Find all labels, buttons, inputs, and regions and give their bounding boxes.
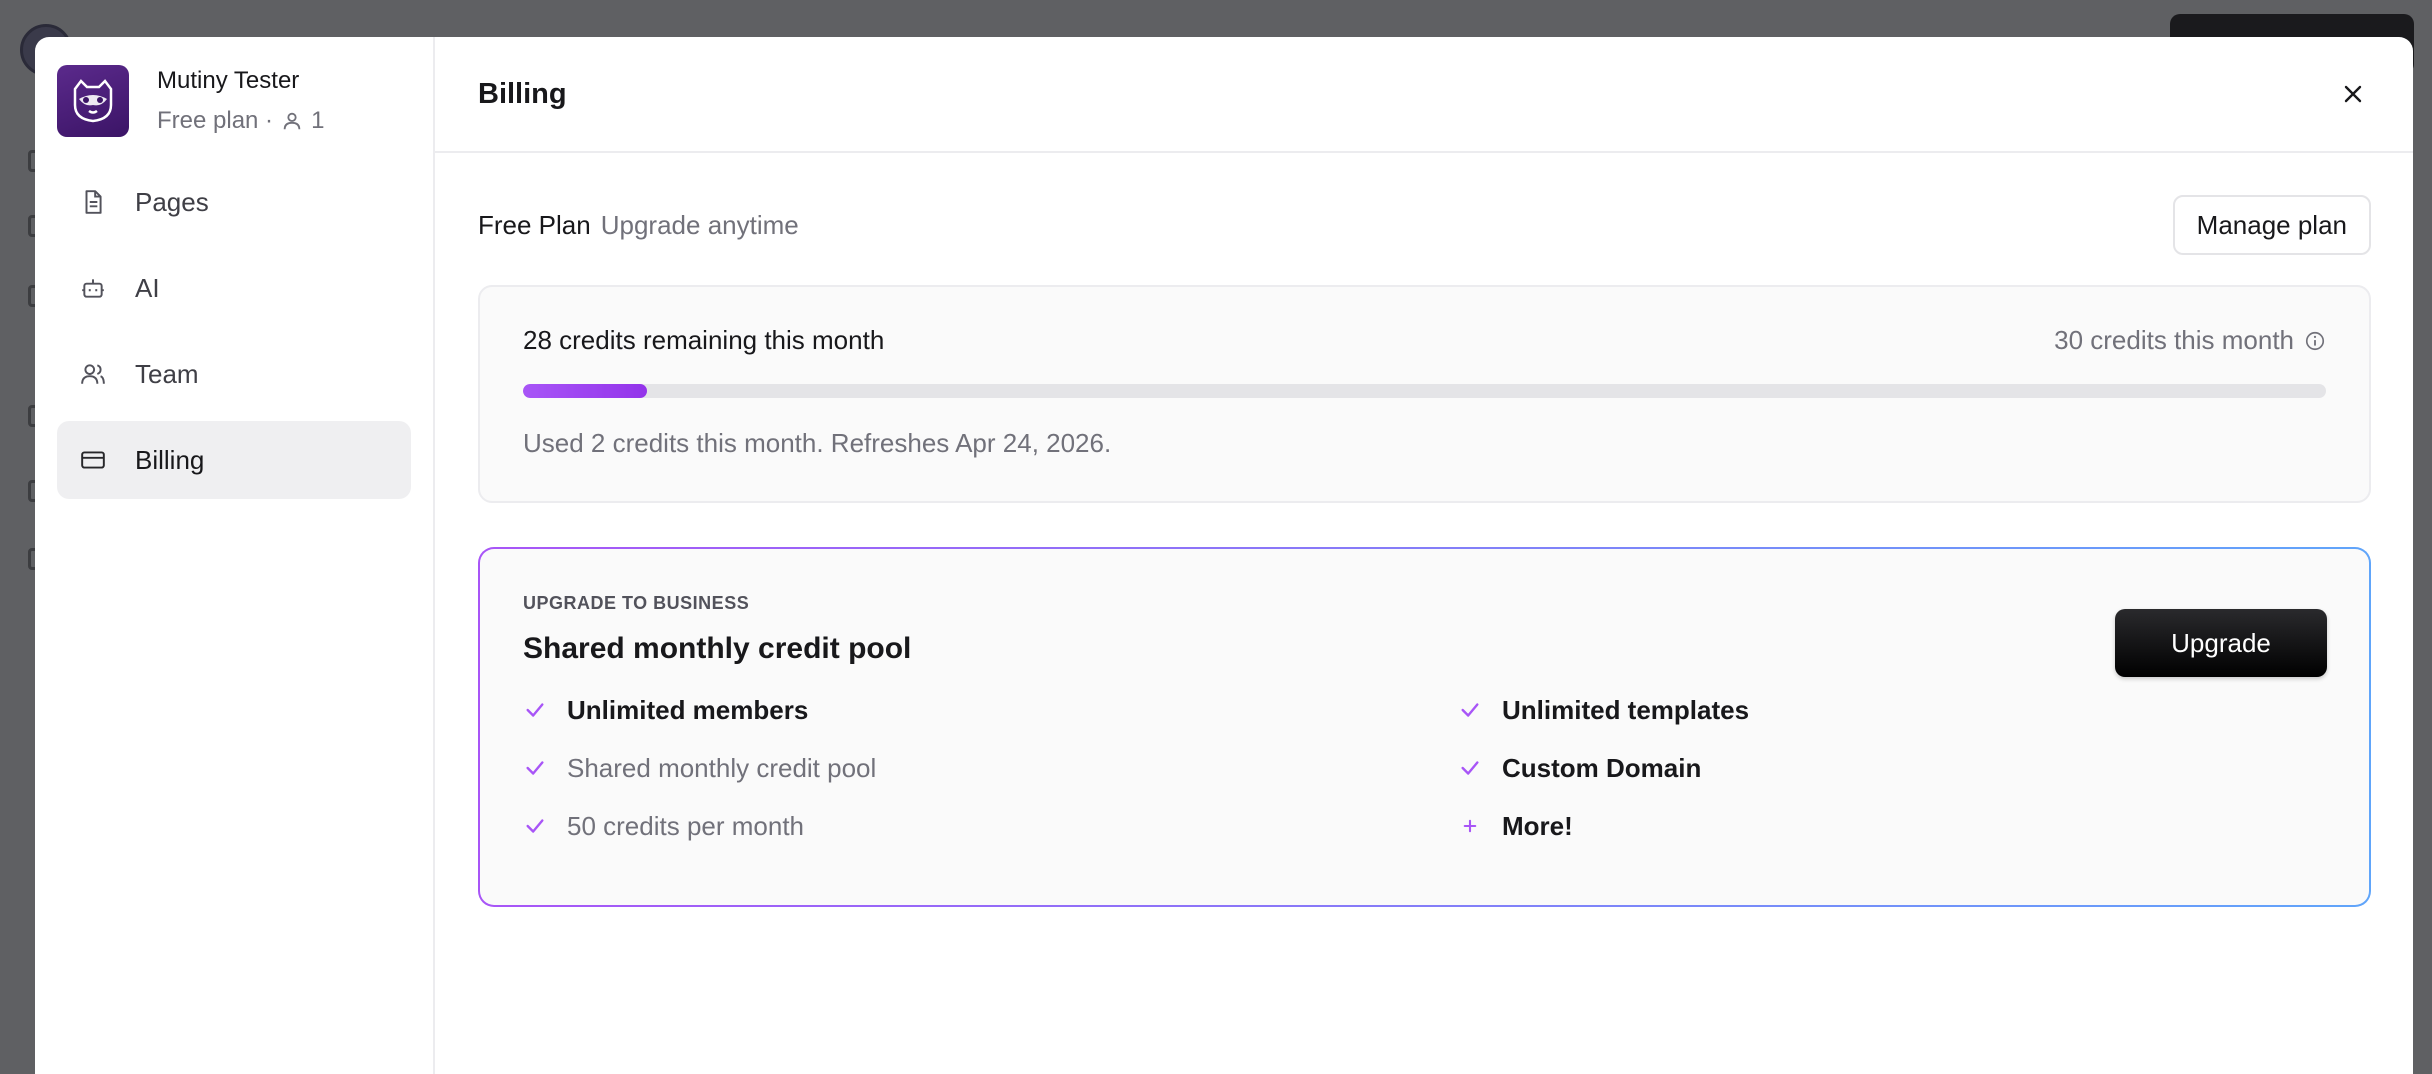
check-icon <box>523 756 547 780</box>
bot-icon <box>79 274 107 302</box>
page-title: Billing <box>478 77 567 110</box>
file-icon <box>79 188 107 216</box>
credits-total-label: 30 credits this month <box>2054 325 2294 355</box>
sidebar-item-billing[interactable]: Billing <box>57 421 411 499</box>
feature-item: Custom Domain <box>1458 750 2326 786</box>
plus-icon <box>1458 814 1482 838</box>
sidebar-item-label: AI <box>135 272 160 303</box>
user-icon <box>283 112 301 130</box>
current-plan: Free Plan Upgrade anytime <box>478 210 799 241</box>
credits-progress-bar <box>523 384 2326 398</box>
credits-total: 30 credits this month <box>2054 325 2326 356</box>
check-icon <box>1458 756 1482 780</box>
plan-name: Free Plan <box>478 209 591 240</box>
sidebar-item-team[interactable]: Team <box>57 335 411 413</box>
upgrade-title: Shared monthly credit pool <box>523 632 912 665</box>
feature-label: Unlimited templates <box>1502 694 1750 725</box>
raccoon-logo-icon <box>73 79 113 123</box>
feature-label: Unlimited members <box>567 694 809 725</box>
panel-header: Billing <box>435 37 2413 153</box>
sidebar-item-label: Billing <box>135 444 205 475</box>
credits-note: Used 2 credits this month. Refreshes Apr… <box>523 428 1112 458</box>
current-plan-row: Free Plan Upgrade anytime Manage plan <box>478 195 2371 255</box>
check-icon <box>523 698 547 722</box>
upgrade-eyebrow: UPGRADE TO BUSINESS <box>523 593 750 613</box>
manage-plan-button[interactable]: Manage plan <box>2172 195 2371 255</box>
credits-progress-fill <box>523 384 648 398</box>
feature-label: Shared monthly credit pool <box>567 752 877 783</box>
org-member-count: 1 <box>311 107 325 134</box>
sidebar-item-pages[interactable]: Pages <box>57 163 411 241</box>
settings-sidebar: Mutiny Tester Free plan · 1 Pages AI Tea… <box>35 37 435 1074</box>
credits-remaining: 28 credits remaining this month <box>523 325 885 355</box>
sidebar-item-label: Team <box>135 358 199 389</box>
users-icon <box>79 360 107 388</box>
info-icon[interactable] <box>2304 330 2326 352</box>
settings-nav: Pages AI Team Billing <box>57 163 411 499</box>
org-plan-label: Free plan · <box>157 107 274 134</box>
org-plan-meta: Free plan · 1 <box>157 107 324 135</box>
close-icon <box>2344 85 2362 103</box>
org-name: Mutiny Tester <box>157 67 300 94</box>
check-icon <box>1458 698 1482 722</box>
feature-item: Unlimited templates <box>1458 692 2326 728</box>
feature-label: More! <box>1502 810 1573 841</box>
feature-item: Shared monthly credit pool <box>523 750 1458 786</box>
org-avatar <box>57 65 129 137</box>
plan-subtitle: Upgrade anytime <box>600 209 799 240</box>
feature-item: 50 credits per month <box>523 808 1458 844</box>
org-header: Mutiny Tester Free plan · 1 <box>57 65 411 137</box>
settings-modal: Mutiny Tester Free plan · 1 Pages AI Tea… <box>35 37 2413 1074</box>
sidebar-item-label: Pages <box>135 186 209 217</box>
upgrade-button[interactable]: Upgrade <box>2115 609 2327 677</box>
feature-item: Unlimited members <box>523 692 1458 728</box>
feature-item: More! <box>1458 808 2326 844</box>
sidebar-item-ai[interactable]: AI <box>57 249 411 327</box>
feature-list: Unlimited members Unlimited templates Sh… <box>523 692 2326 844</box>
close-button[interactable] <box>2335 76 2371 112</box>
billing-content: Free Plan Upgrade anytime Manage plan 28 … <box>435 153 2413 907</box>
upgrade-card: UPGRADE TO BUSINESS Shared monthly credi… <box>478 547 2371 907</box>
billing-panel: Billing Free Plan Upgrade anytime Manage … <box>435 37 2413 1074</box>
check-icon <box>523 814 547 838</box>
feature-label: Custom Domain <box>1502 752 1702 783</box>
credit-card-icon <box>79 446 107 474</box>
credits-card: 28 credits remaining this month 30 credi… <box>478 285 2371 503</box>
feature-label: 50 credits per month <box>567 810 805 841</box>
